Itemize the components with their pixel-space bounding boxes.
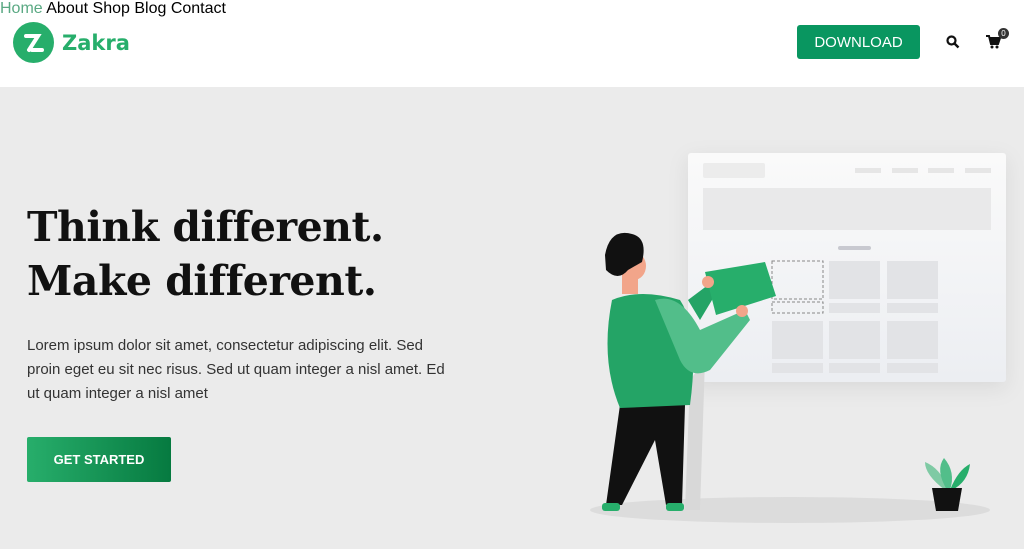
hero-illustration [590,153,1006,523]
floor-shadow [590,497,990,523]
